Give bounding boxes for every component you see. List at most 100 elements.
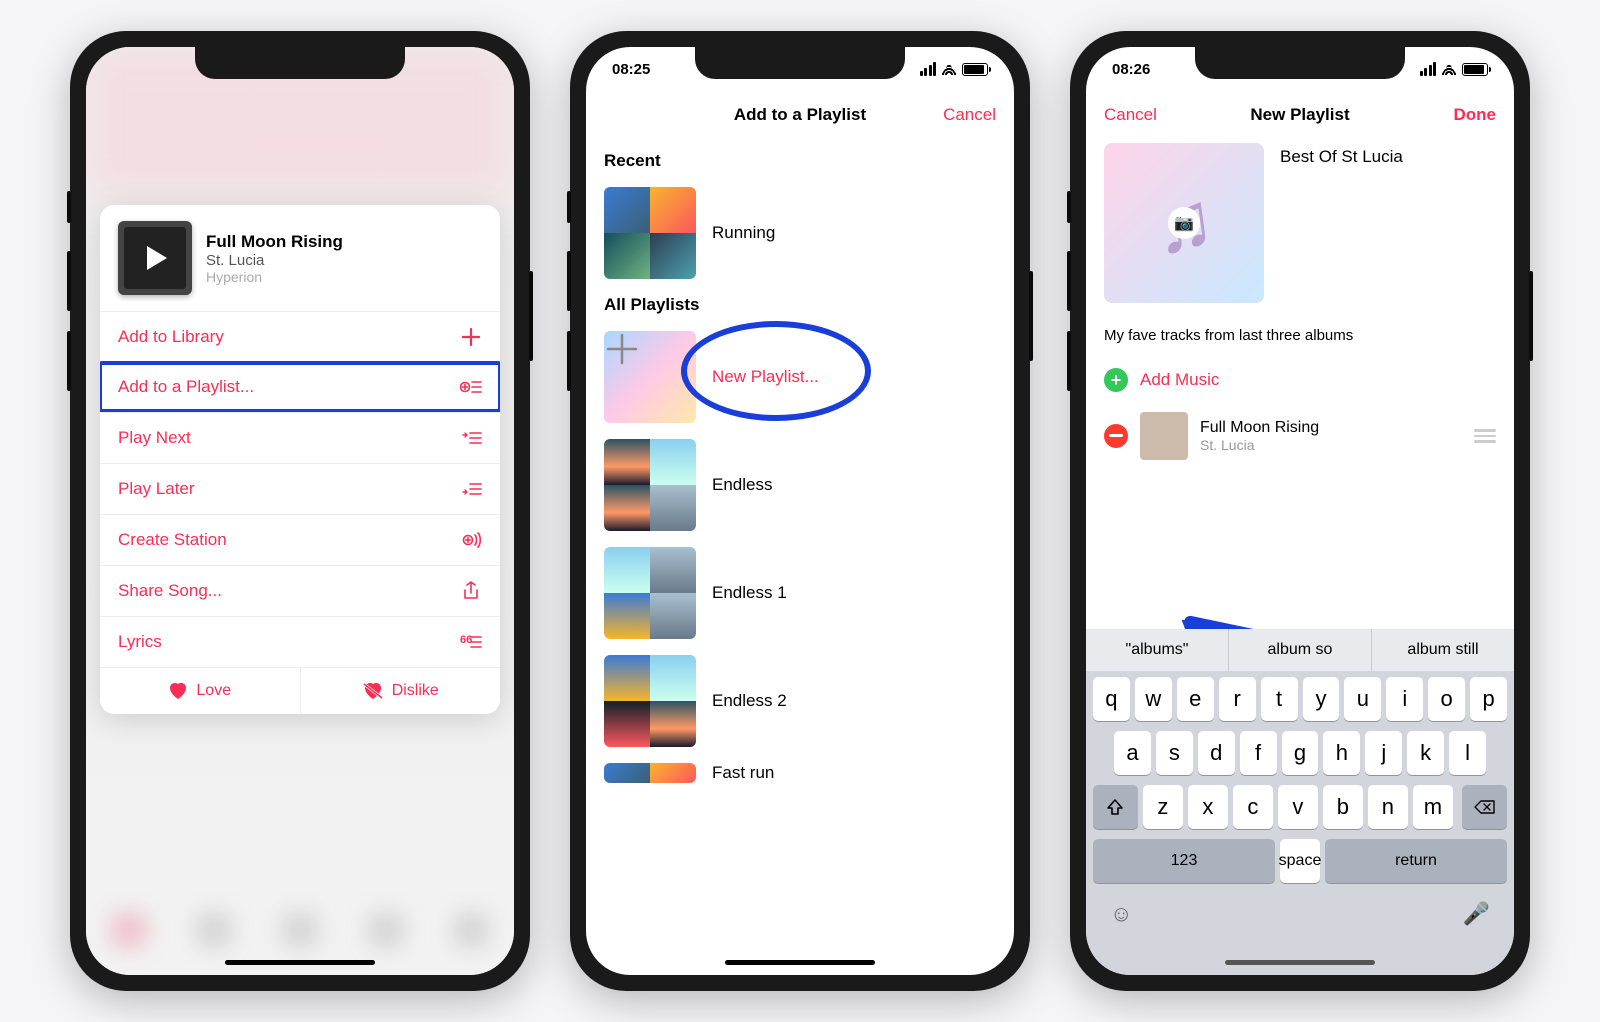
key-x[interactable]: x xyxy=(1188,785,1228,829)
track-title: Full Moon Rising xyxy=(206,232,343,252)
new-playlist-art xyxy=(604,331,696,423)
phone-3: 08:26 Cancel New Playlist Done ♫ 📷 Best … xyxy=(1070,31,1530,991)
key-f[interactable]: f xyxy=(1240,731,1277,775)
playlist-running[interactable]: Running xyxy=(586,179,1014,287)
battery-icon xyxy=(962,63,988,76)
playlist-fast-run[interactable]: Fast run xyxy=(586,755,1014,783)
key-h[interactable]: h xyxy=(1323,731,1360,775)
key-n[interactable]: n xyxy=(1368,785,1408,829)
section-recent: Recent xyxy=(586,143,1014,179)
key-y[interactable]: y xyxy=(1303,677,1340,721)
suggestion[interactable]: album still xyxy=(1371,629,1514,671)
space-key[interactable]: space xyxy=(1280,839,1320,883)
playlist-name: Endless 1 xyxy=(712,583,787,603)
shift-key[interactable] xyxy=(1093,785,1138,829)
numbers-key[interactable]: 123 xyxy=(1093,839,1275,883)
track-artist: St. Lucia xyxy=(1200,437,1319,453)
section-all: All Playlists xyxy=(586,287,1014,323)
suggestion[interactable]: "albums" xyxy=(1086,629,1228,671)
signal-icon xyxy=(920,62,937,76)
plus-icon xyxy=(604,331,640,367)
wifi-icon xyxy=(941,63,957,75)
nav-bar: Add to a Playlist Cancel xyxy=(586,91,1014,139)
page-title: Add to a Playlist xyxy=(734,105,866,125)
add-to-library-button[interactable]: Add to Library xyxy=(100,311,500,362)
phone-2: 08:25 Add to a Playlist Cancel Recent Ru… xyxy=(570,31,1030,991)
lyrics-button[interactable]: Lyrics 66 xyxy=(100,616,500,667)
play-icon xyxy=(147,246,167,270)
playlist-cover[interactable]: ♫ 📷 xyxy=(1104,143,1264,303)
wifi-icon xyxy=(1441,63,1457,75)
play-next-button[interactable]: Play Next xyxy=(100,412,500,463)
phone-1: Full Moon Rising St. Lucia Hyperion Add … xyxy=(70,31,530,991)
playlist-name: Endless 2 xyxy=(712,691,787,711)
track-row[interactable]: Full Moon Rising St. Lucia xyxy=(1086,402,1514,470)
dictation-key[interactable]: 🎤 xyxy=(1463,901,1490,927)
playlist-endless[interactable]: Endless xyxy=(586,431,1014,539)
album-art[interactable] xyxy=(118,221,192,295)
playlist-endless-2[interactable]: Endless 2 xyxy=(586,647,1014,755)
return-key[interactable]: return xyxy=(1325,839,1507,883)
keyboard: "albums" album so album still qwertyuiop… xyxy=(1086,629,1514,975)
key-i[interactable]: i xyxy=(1386,677,1423,721)
key-j[interactable]: j xyxy=(1365,731,1402,775)
play-later-icon xyxy=(460,480,482,498)
key-d[interactable]: d xyxy=(1198,731,1235,775)
plus-icon xyxy=(460,328,482,346)
love-button[interactable]: Love xyxy=(100,667,300,714)
key-m[interactable]: m xyxy=(1413,785,1453,829)
share-song-button[interactable]: Share Song... xyxy=(100,565,500,616)
backspace-key[interactable] xyxy=(1462,785,1507,829)
add-to-playlist-button[interactable]: Add to a Playlist... xyxy=(100,361,500,413)
status-time: 08:25 xyxy=(612,61,650,78)
create-station-button[interactable]: Create Station xyxy=(100,514,500,565)
add-music-button[interactable]: + Add Music xyxy=(1086,358,1514,402)
remove-button[interactable] xyxy=(1104,424,1128,448)
key-l[interactable]: l xyxy=(1449,731,1486,775)
track-title: Full Moon Rising xyxy=(1200,419,1319,437)
new-playlist-button[interactable]: New Playlist... xyxy=(586,323,1014,431)
suggestion[interactable]: album so xyxy=(1228,629,1371,671)
nav-bar: Cancel New Playlist Done xyxy=(1086,91,1514,139)
add-to-playlist-icon xyxy=(460,378,482,396)
key-b[interactable]: b xyxy=(1323,785,1363,829)
play-next-icon xyxy=(460,429,482,447)
key-c[interactable]: c xyxy=(1233,785,1273,829)
key-w[interactable]: w xyxy=(1135,677,1172,721)
key-z[interactable]: z xyxy=(1143,785,1183,829)
cancel-button[interactable]: Cancel xyxy=(943,105,996,125)
playlist-name-field[interactable]: Best Of St Lucia xyxy=(1280,143,1403,303)
status-time: 08:26 xyxy=(1112,61,1150,78)
done-button[interactable]: Done xyxy=(1454,105,1497,125)
key-r[interactable]: r xyxy=(1219,677,1256,721)
dislike-button[interactable]: Dislike xyxy=(300,667,501,714)
page-title: New Playlist xyxy=(1250,105,1349,125)
action-sheet: Full Moon Rising St. Lucia Hyperion Add … xyxy=(100,205,500,714)
key-a[interactable]: a xyxy=(1114,731,1151,775)
playlist-description-field[interactable]: My fave tracks from last three albums xyxy=(1086,313,1514,358)
svg-text:66: 66 xyxy=(460,634,472,646)
station-icon xyxy=(460,531,482,549)
key-p[interactable]: p xyxy=(1470,677,1507,721)
key-g[interactable]: g xyxy=(1282,731,1319,775)
key-u[interactable]: u xyxy=(1344,677,1381,721)
playlist-endless-1[interactable]: Endless 1 xyxy=(586,539,1014,647)
key-o[interactable]: o xyxy=(1428,677,1465,721)
key-v[interactable]: v xyxy=(1278,785,1318,829)
cancel-button[interactable]: Cancel xyxy=(1104,105,1157,125)
key-e[interactable]: e xyxy=(1177,677,1214,721)
key-t[interactable]: t xyxy=(1261,677,1298,721)
playlist-name: Fast run xyxy=(712,763,774,783)
battery-icon xyxy=(1462,63,1488,76)
drag-handle-icon[interactable] xyxy=(1474,429,1496,443)
key-q[interactable]: q xyxy=(1093,677,1130,721)
new-playlist-label: New Playlist... xyxy=(712,367,819,387)
heart-slash-icon xyxy=(362,682,384,700)
play-later-button[interactable]: Play Later xyxy=(100,463,500,514)
track-album: Hyperion xyxy=(206,269,343,285)
emoji-key[interactable]: ☺ xyxy=(1110,901,1132,927)
key-s[interactable]: s xyxy=(1156,731,1193,775)
key-k[interactable]: k xyxy=(1407,731,1444,775)
playlist-name: Endless xyxy=(712,475,772,495)
heart-icon xyxy=(168,682,188,700)
